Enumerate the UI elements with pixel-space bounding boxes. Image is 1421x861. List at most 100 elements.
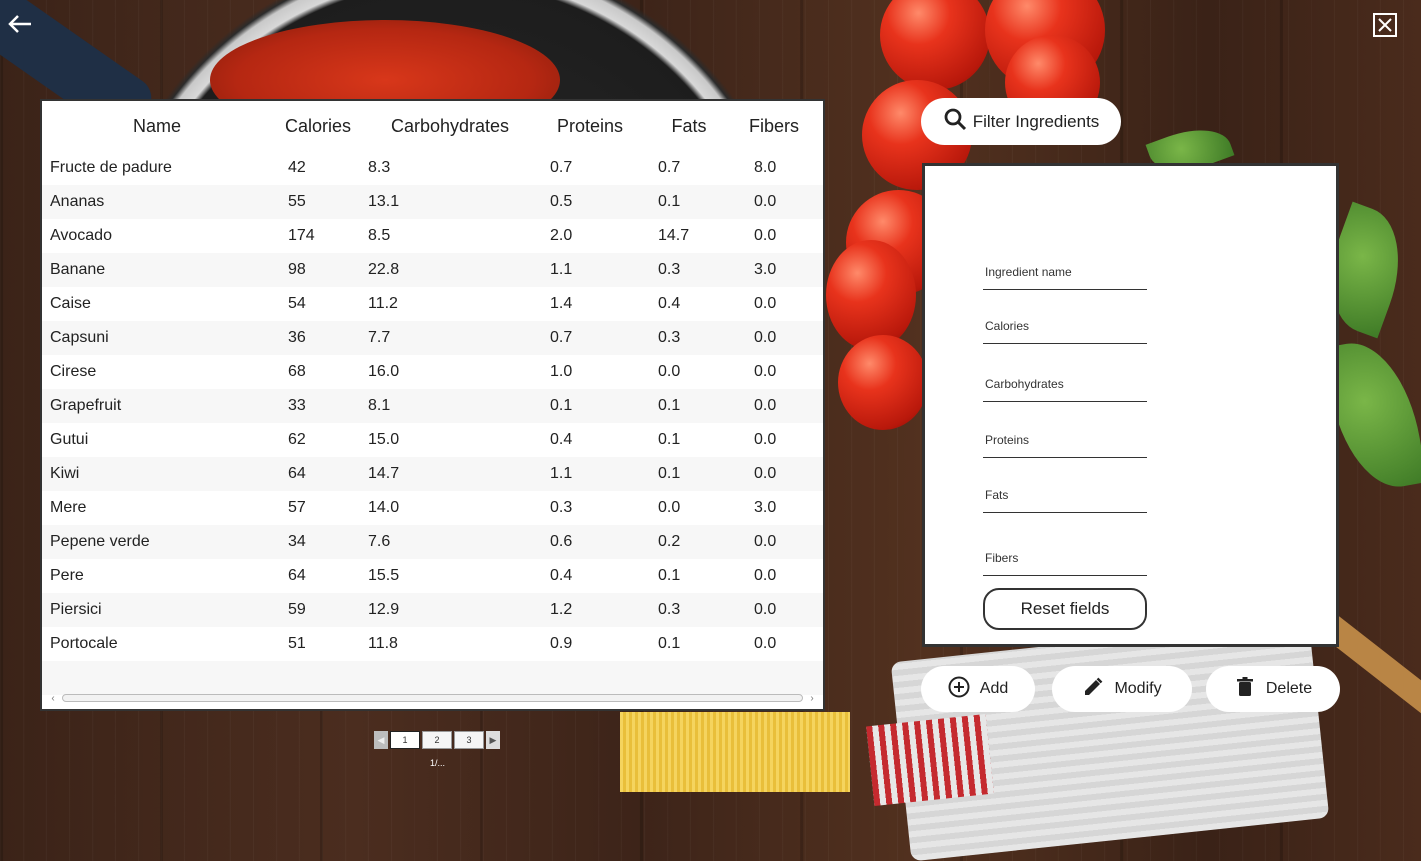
- cell-name: Capsuni: [50, 329, 109, 346]
- towel-stripe-decoration: [866, 713, 994, 807]
- cell-fats: 0.3: [658, 329, 681, 346]
- add-button[interactable]: Add: [921, 666, 1035, 712]
- cell-fibers: 0.0: [754, 363, 777, 380]
- table-row[interactable]: Piersici 59 12.9 1.2 0.3 0.0: [42, 593, 823, 627]
- cell-name: Grapefruit: [50, 397, 122, 414]
- fibers-field[interactable]: Fibers: [983, 545, 1147, 576]
- scroll-left-icon[interactable]: ‹: [48, 693, 58, 704]
- modify-label: Modify: [1114, 680, 1162, 697]
- column-header-fats[interactable]: Fats: [644, 116, 734, 137]
- column-header-calories[interactable]: Calories: [272, 116, 364, 137]
- table-row[interactable]: Pepene verde 34 7.6 0.6 0.2 0.0: [42, 525, 823, 559]
- modify-button[interactable]: Modify: [1052, 666, 1192, 712]
- delete-label: Delete: [1265, 680, 1313, 697]
- cell-name: Avocado: [50, 227, 112, 244]
- fats-label: Fats: [985, 488, 1009, 502]
- table-row[interactable]: Capsuni 36 7.7 0.7 0.3 0.0: [42, 321, 823, 355]
- cell-proteins: 0.3: [550, 499, 573, 516]
- cell-name: Pepene verde: [50, 533, 150, 550]
- cell-name: Ananas: [50, 193, 105, 210]
- table-row[interactable]: Pere 64 15.5 0.4 0.1 0.0: [42, 559, 823, 593]
- pagination: ◀ 1 2 3 ▶: [374, 731, 500, 749]
- fats-field[interactable]: Fats: [983, 482, 1147, 513]
- cell-fibers: 0.0: [754, 227, 777, 244]
- add-circle-icon: [948, 676, 970, 703]
- cell-name: Gutui: [50, 431, 89, 448]
- ingredient-form: Ingredient name Calories Carbohydrates P…: [922, 163, 1339, 647]
- cell-fibers: 0.0: [754, 465, 777, 482]
- cell-carbohydrates: 8.1: [368, 397, 391, 414]
- column-header-fibers[interactable]: Fibers: [734, 116, 814, 137]
- cell-calories: 36: [288, 329, 306, 346]
- back-arrow-icon[interactable]: [6, 10, 34, 38]
- ingredient-name-field[interactable]: Ingredient name: [983, 259, 1147, 290]
- ingredient-name-label: Ingredient name: [985, 265, 1072, 279]
- table-row[interactable]: Fructe de padure 42 8.3 0.7 0.7 8.0: [42, 151, 823, 185]
- cell-proteins: 1.4: [550, 295, 573, 312]
- cell-fats: 0.1: [658, 465, 681, 482]
- cell-carbohydrates: 8.3: [368, 159, 391, 176]
- pencil-icon: [1082, 676, 1104, 703]
- close-icon[interactable]: [1372, 12, 1398, 38]
- page-button-1[interactable]: 1: [390, 731, 420, 749]
- cell-calories: 59: [288, 601, 306, 618]
- horizontal-scrollbar[interactable]: ‹ ›: [48, 693, 817, 704]
- column-header-carbohydrates[interactable]: Carbohydrates: [364, 116, 536, 137]
- cell-calories: 174: [288, 227, 315, 244]
- prev-page-icon[interactable]: ◀: [374, 731, 388, 749]
- fibers-label: Fibers: [985, 551, 1019, 565]
- table-row[interactable]: Grapefruit 33 8.1 0.1 0.1 0.0: [42, 389, 823, 423]
- page-button-2[interactable]: 2: [422, 731, 452, 749]
- filter-ingredients-button[interactable]: Filter Ingredients: [921, 98, 1121, 145]
- table-row[interactable]: Cirese 68 16.0 1.0 0.0 0.0: [42, 355, 823, 389]
- cell-calories: 57: [288, 499, 306, 516]
- cell-fats: 0.0: [658, 499, 681, 516]
- page-button-3[interactable]: 3: [454, 731, 484, 749]
- cell-fibers: 0.0: [754, 295, 777, 312]
- cell-fats: 14.7: [658, 227, 690, 244]
- table-row[interactable]: Ananas 55 13.1 0.5 0.1 0.0: [42, 185, 823, 219]
- page-info: 1/...: [430, 758, 446, 768]
- cell-fats: 0.1: [658, 431, 681, 448]
- table-row[interactable]: Gutui 62 15.0 0.4 0.1 0.0: [42, 423, 823, 457]
- cell-fats: 0.0: [658, 363, 681, 380]
- pasta-decoration: [620, 712, 850, 792]
- delete-button[interactable]: Delete: [1206, 666, 1340, 712]
- cell-fats: 0.2: [658, 533, 681, 550]
- add-label: Add: [979, 680, 1009, 697]
- table-body: Fructe de padure 42 8.3 0.7 0.7 8.0 Ananas 55 13…: [42, 151, 823, 661]
- table-row[interactable]: Kiwi 64 14.7 1.1 0.1 0.0: [42, 457, 823, 491]
- cell-calories: 42: [288, 159, 306, 176]
- cell-fats: 0.4: [658, 295, 681, 312]
- proteins-field[interactable]: Proteins: [983, 427, 1147, 458]
- table-row[interactable]: Caise 54 11.2 1.4 0.4 0.0: [42, 287, 823, 321]
- cell-fibers: 0.0: [754, 567, 777, 584]
- scroll-right-icon[interactable]: ›: [807, 693, 817, 704]
- trash-icon: [1234, 676, 1256, 703]
- empty-table-row: [42, 661, 823, 695]
- cell-name: Piersici: [50, 601, 102, 618]
- scrollbar-track[interactable]: [62, 694, 803, 702]
- cell-carbohydrates: 14.7: [368, 465, 400, 482]
- cell-carbohydrates: 13.1: [368, 193, 400, 210]
- cell-calories: 54: [288, 295, 306, 312]
- proteins-label: Proteins: [985, 433, 1030, 447]
- table-row[interactable]: Banane 98 22.8 1.1 0.3 3.0: [42, 253, 823, 287]
- cell-fats: 0.1: [658, 567, 681, 584]
- calories-field[interactable]: Calories: [983, 313, 1147, 344]
- table-row[interactable]: Avocado 174 8.5 2.0 14.7 0.0: [42, 219, 823, 253]
- cell-fibers: 3.0: [754, 261, 777, 278]
- table-row[interactable]: Portocale 51 11.8 0.9 0.1 0.0: [42, 627, 823, 661]
- reset-fields-button[interactable]: Reset fields: [983, 588, 1147, 630]
- table-row[interactable]: Mere 57 14.0 0.3 0.0 3.0: [42, 491, 823, 525]
- column-header-proteins[interactable]: Proteins: [536, 116, 644, 137]
- cell-fibers: 3.0: [754, 499, 777, 516]
- tomato-decoration: [838, 335, 928, 430]
- cell-proteins: 2.0: [550, 227, 573, 244]
- cell-carbohydrates: 16.0: [368, 363, 400, 380]
- cell-fibers: 0.0: [754, 193, 777, 210]
- next-page-icon[interactable]: ▶: [486, 731, 500, 749]
- cell-fats: 0.3: [658, 261, 681, 278]
- column-header-name[interactable]: Name: [42, 116, 272, 137]
- carbohydrates-field[interactable]: Carbohydrates: [983, 371, 1147, 402]
